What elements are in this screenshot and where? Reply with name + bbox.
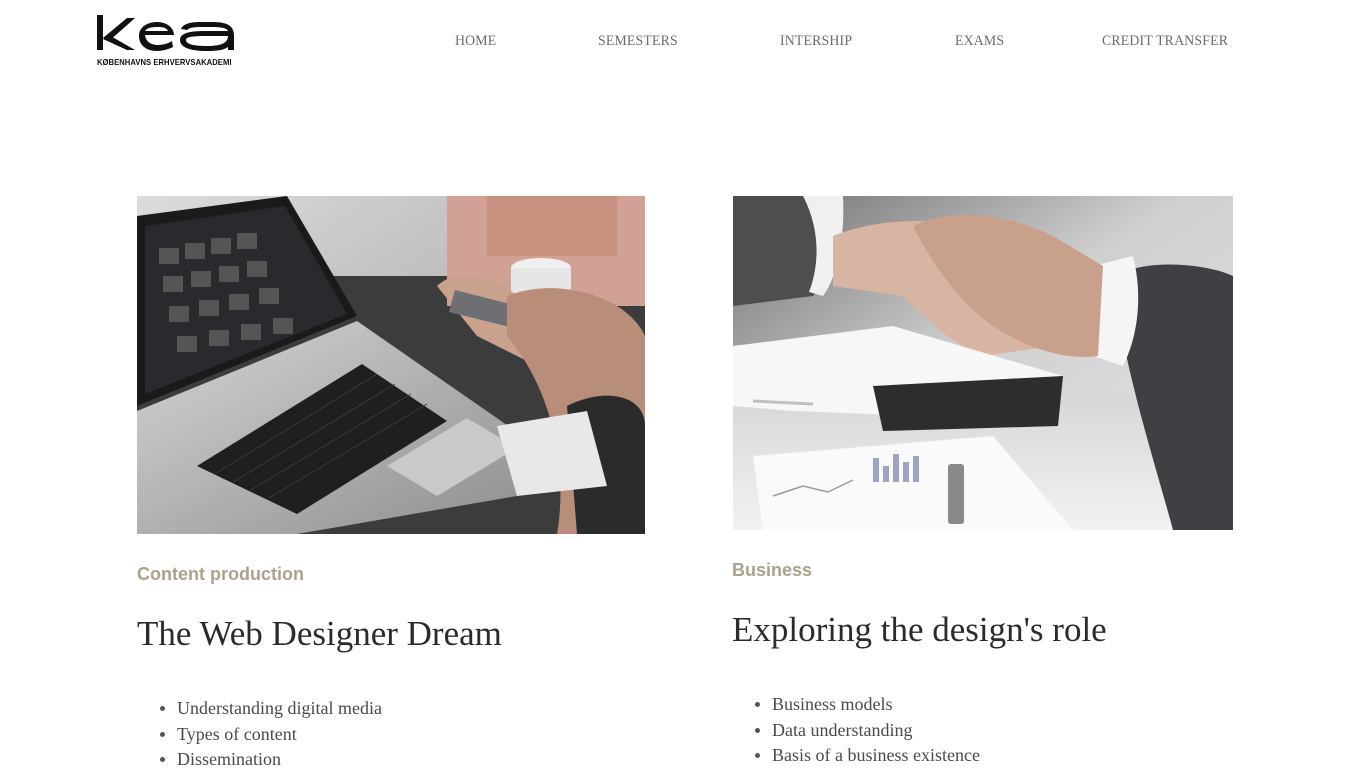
site-header: KØBENHAVNS ERHVERVSAKADEMI HOME SEMESTER… [0,0,1366,90]
nav-credit-transfer[interactable]: CREDIT TRANSFER [1102,33,1228,50]
list-item: Basis of a business existence [732,744,980,768]
laptop-photo[interactable] [137,196,645,534]
card-category: Business [732,560,813,580]
handshake-photo[interactable] [733,196,1233,530]
main-nav: HOME SEMESTERS INTERSHIP EXAMS CREDIT TR… [0,33,1366,53]
topic-list: Business models Data understanding Basis… [732,693,980,768]
list-item: Business models [732,693,980,719]
logo-subtitle: KØBENHAVNS ERHVERVSAKADEMI [97,57,232,67]
list-item: Understanding digital media [137,697,382,723]
list-item: Data understanding [732,719,980,745]
card-title[interactable]: Exploring the design's role [732,610,1107,650]
nav-intership[interactable]: INTERSHIP [780,33,852,50]
topic-list: Understanding digital media Types of con… [137,697,382,768]
nav-home[interactable]: HOME [455,33,496,50]
nav-exams[interactable]: EXAMS [955,33,1004,50]
course-card-business: Business Exploring the design's role Bus… [732,196,1233,765]
course-card-content-production: Content production The Web Designer Drea… [137,196,645,768]
handshake-image [733,196,1233,530]
laptop-image [137,196,645,534]
nav-semesters[interactable]: SEMESTERS [598,33,678,50]
card-title[interactable]: The Web Designer Dream [137,614,502,654]
card-category: Content production [137,564,304,584]
list-item: Dissemination [137,748,382,768]
list-item: Types of content [137,723,382,749]
